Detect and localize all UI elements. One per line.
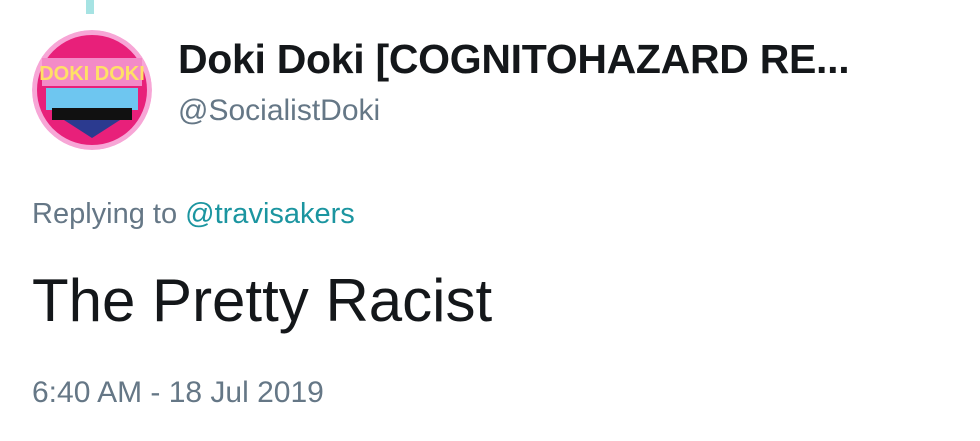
display-name[interactable]: Doki Doki [COGNITOHAZARD RE... xyxy=(178,36,850,83)
tweet-text: The Pretty Racist xyxy=(32,267,493,334)
replying-to-prefix: Replying to xyxy=(32,198,178,230)
user-handle[interactable]: @SocialistDoki xyxy=(178,94,380,128)
avatar-image: DOKI DOKI xyxy=(32,30,152,150)
replying-to-mention-link[interactable]: @travisakers xyxy=(185,198,355,230)
replying-to-line: Replying to @travisakers xyxy=(32,198,355,231)
tweet-timestamp[interactable]: 6:40 AM - 18 Jul 2019 xyxy=(32,376,324,410)
thread-connector-line xyxy=(86,0,94,14)
avatar[interactable]: DOKI DOKI xyxy=(32,30,152,150)
avatar-logo-text: DOKI DOKI xyxy=(39,63,145,85)
